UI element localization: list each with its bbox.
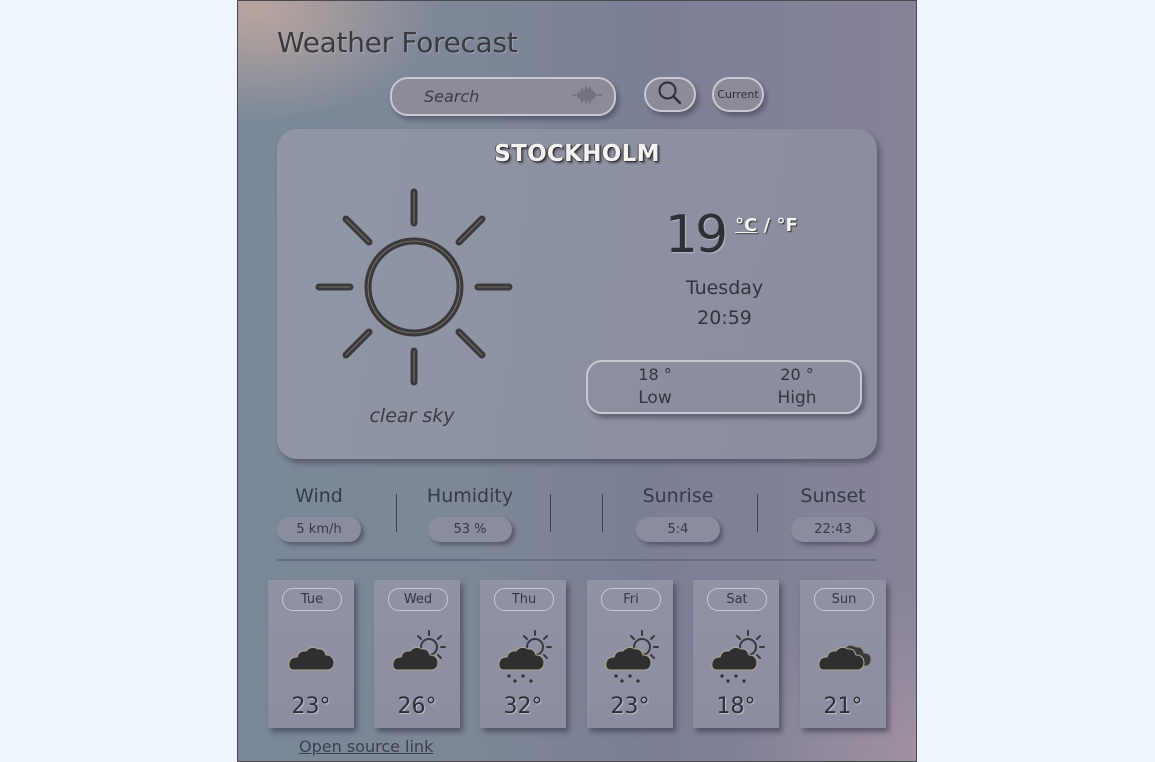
temperature-display: 19 °C / °F [665,209,798,261]
current-temperature: 19 [665,205,728,265]
open-source-link[interactable]: Open source link [299,737,433,756]
forecast-card: Tue 23° [268,580,354,728]
low-temp-label: Low [638,388,672,408]
fahrenheit-toggle[interactable]: °F [777,215,798,236]
stat-sunrise: Sunrise 5:4 [633,485,723,542]
low-high-box: 18 ° Low 20 ° High [586,360,862,414]
current-day: Tuesday [685,277,764,299]
stat-label: Sunrise [642,485,714,507]
high-temp-label: High [777,388,817,408]
search-icon [657,80,683,110]
search-box[interactable] [390,77,616,116]
stat-value: 5:4 [636,517,720,542]
forecast-card: Sun 21° [800,580,886,728]
section-divider [277,559,877,561]
forecast-temp: 26° [397,694,437,719]
stat-value: 22:43 [791,517,875,542]
high-temp: 20 ° High [752,365,842,408]
divider [602,494,603,532]
divider [757,494,758,532]
search-button[interactable] [644,77,696,112]
clouds-icon [818,626,874,690]
forecast-day: Wed [388,588,448,611]
weather-app: Weather Forecast Search Current STOCKHOL… [237,0,917,762]
forecast-temp: 21° [823,694,863,719]
sun-cloud-snow-icon [605,626,661,692]
forecast-temp: 23° [291,694,331,719]
forecast-day: Fri [601,588,661,611]
unit-separator: / [757,215,777,236]
voice-waveform-icon[interactable] [571,84,605,110]
current-time: 20:59 [697,307,752,329]
forecast-day: Sat [707,588,767,611]
stat-label: Sunset [800,485,866,507]
stat-label: Wind [295,485,343,507]
search-input[interactable] [422,86,561,107]
partly-cloudy-icon [392,626,448,690]
forecast-card: Wed 26° [374,580,460,728]
stat-humidity: Humidity 53 % [425,485,515,542]
forecast-temp: 32° [503,694,543,719]
low-temp-value: 18 ° [638,365,672,384]
forecast-card: Sat 18° [693,580,779,728]
low-temp: 18 ° Low [610,365,700,408]
forecast-card: Thu 32° [480,580,566,728]
sun-icon [314,187,514,391]
city-name: STOCKHOLM [494,141,660,167]
sun-cloud-snow-icon [498,626,554,692]
celsius-toggle[interactable]: °C [735,215,757,236]
page-title: Weather Forecast [277,26,518,59]
stat-value: 53 % [428,517,512,542]
unit-toggle: °C / °F [735,215,798,236]
forecast-day: Thu [494,588,554,611]
weather-description: clear sky [369,405,455,427]
forecast-day: Tue [282,588,342,611]
current-weather-card: STOCKHOLM clear sky 19 °C / °F Tuesday 2… [277,129,877,459]
cloud-icon [286,626,338,690]
stat-sunset: Sunset 22:43 [788,485,878,542]
stat-label: Humidity [426,485,514,507]
stat-value: 5 km/h [277,517,361,542]
divider [396,494,397,532]
weather-stats: Wind 5 km/h Humidity 53 % Sunrise 5:4 Su… [277,485,877,545]
forecast-temp: 18° [716,694,756,719]
current-location-button[interactable]: Current [712,77,764,112]
divider [550,494,551,532]
forecast-day: Sun [814,588,874,611]
forecast-temp: 23° [610,694,650,719]
forecast-card: Fri 23° [587,580,673,728]
sun-cloud-snow-icon [711,626,767,692]
stat-wind: Wind 5 km/h [274,485,364,542]
high-temp-value: 20 ° [780,365,814,384]
